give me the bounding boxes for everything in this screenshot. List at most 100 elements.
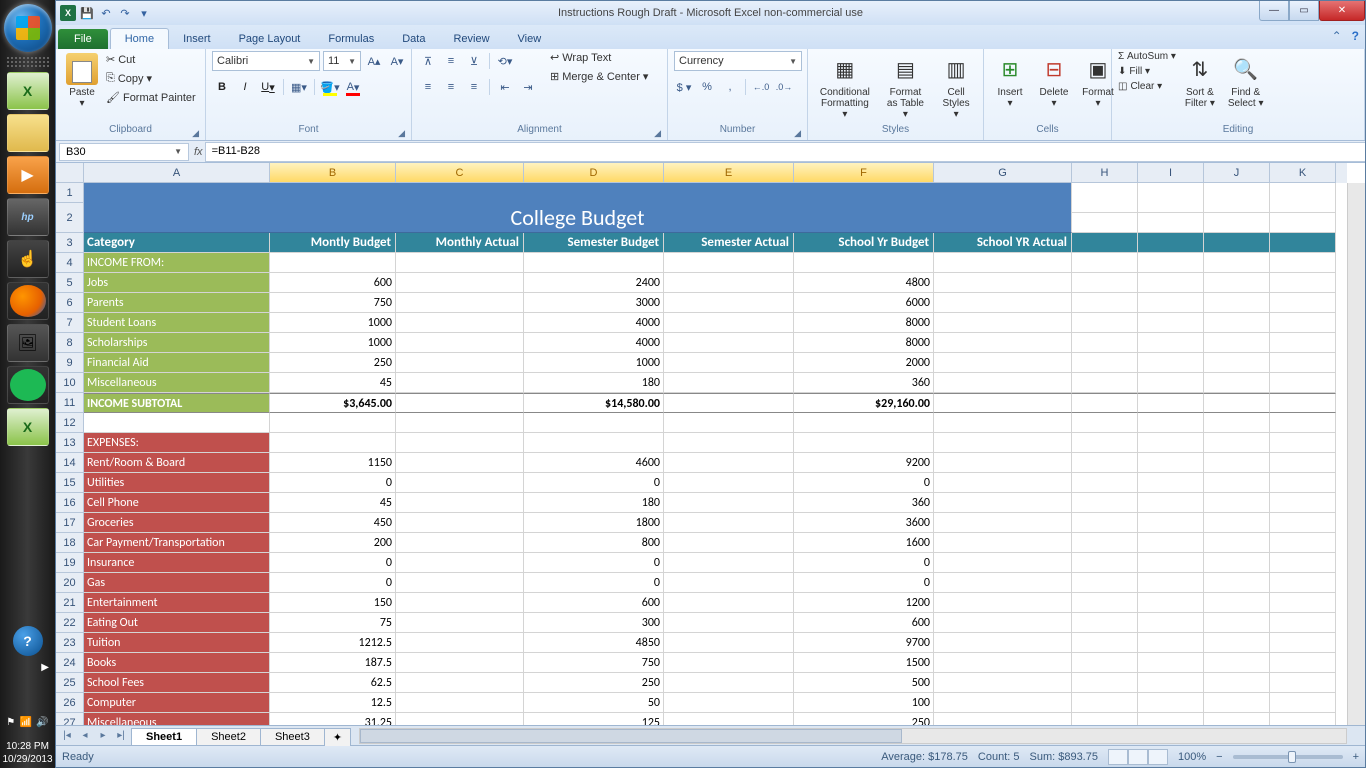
cell[interactable]: School Fees [84, 673, 270, 693]
cell[interactable] [934, 693, 1072, 713]
cell[interactable] [84, 413, 270, 433]
col-header-J[interactable]: J [1204, 163, 1270, 183]
paste-button[interactable]: Paste▾ [62, 51, 102, 111]
decrease-indent-button[interactable]: ⇤ [495, 77, 515, 97]
cell[interactable] [270, 253, 396, 273]
border-button[interactable]: ▦▾ [289, 77, 309, 97]
delete-cells-button[interactable]: ⊟Delete ▾ [1034, 51, 1074, 111]
cell[interactable] [1138, 313, 1204, 333]
close-button[interactable]: ✕ [1319, 1, 1365, 21]
cell[interactable] [396, 693, 524, 713]
cell[interactable] [1072, 433, 1138, 453]
cell[interactable] [1138, 253, 1204, 273]
cell[interactable] [1270, 513, 1336, 533]
cell[interactable] [664, 513, 794, 533]
file-tab[interactable]: File [58, 29, 108, 49]
cell[interactable] [1204, 613, 1270, 633]
cell[interactable] [664, 673, 794, 693]
cell[interactable]: 4000 [524, 313, 664, 333]
row-header-8[interactable]: 8 [56, 333, 84, 353]
cell[interactable] [1138, 513, 1204, 533]
cell[interactable]: Car Payment/Transportation [84, 533, 270, 553]
cell[interactable] [396, 293, 524, 313]
cell[interactable]: 250 [270, 353, 396, 373]
cell[interactable] [1204, 203, 1270, 233]
taskbar-clock[interactable]: 10:28 PM 10/29/2013 [0, 738, 55, 768]
cell[interactable] [396, 573, 524, 593]
cell[interactable] [934, 313, 1072, 333]
cell[interactable] [1204, 233, 1270, 253]
cell[interactable] [1072, 513, 1138, 533]
row-header-13[interactable]: 13 [56, 433, 84, 453]
cell[interactable]: Utilities [84, 473, 270, 493]
col-header-E[interactable]: E [664, 163, 794, 183]
sheet-nav-first[interactable]: |◂ [58, 730, 76, 741]
cell[interactable] [934, 293, 1072, 313]
cell[interactable] [396, 713, 524, 725]
cell[interactable] [1072, 293, 1138, 313]
cell[interactable] [1072, 573, 1138, 593]
cell[interactable] [1270, 253, 1336, 273]
cell[interactable] [1204, 413, 1270, 433]
cell[interactable] [1138, 203, 1204, 233]
cell[interactable] [1072, 473, 1138, 493]
cell[interactable] [1138, 533, 1204, 553]
cell[interactable] [396, 373, 524, 393]
currency-button[interactable]: $ ▾ [674, 77, 694, 97]
cell[interactable] [934, 513, 1072, 533]
row-header-14[interactable]: 14 [56, 453, 84, 473]
taskbar-explorer-icon[interactable] [7, 114, 49, 152]
cell[interactable] [1204, 473, 1270, 493]
cell[interactable] [1204, 493, 1270, 513]
cell[interactable] [1138, 393, 1204, 413]
cell[interactable] [1204, 633, 1270, 653]
cell[interactable] [664, 433, 794, 453]
taskbar-excel-icon[interactable]: X [7, 408, 49, 446]
row-header-11[interactable]: 11 [56, 393, 84, 413]
cell[interactable]: 250 [794, 713, 934, 725]
cell[interactable] [1072, 533, 1138, 553]
cell[interactable] [396, 433, 524, 453]
cell[interactable] [1204, 653, 1270, 673]
cell[interactable]: 1000 [270, 333, 396, 353]
cell[interactable] [1204, 593, 1270, 613]
horizontal-scrollbar[interactable] [359, 728, 1347, 744]
cell[interactable] [396, 453, 524, 473]
cell[interactable] [934, 273, 1072, 293]
fx-icon[interactable]: fx [194, 146, 203, 158]
cell[interactable]: 12.5 [270, 693, 396, 713]
cell[interactable]: 600 [524, 593, 664, 613]
cell[interactable]: 4800 [794, 273, 934, 293]
cell[interactable] [664, 473, 794, 493]
cell[interactable]: 8000 [794, 333, 934, 353]
copy-button[interactable]: ⎘ Copy ▾ [106, 72, 196, 85]
cell[interactable]: 600 [270, 273, 396, 293]
cell[interactable]: 1200 [794, 593, 934, 613]
view-layout-button[interactable] [1128, 749, 1148, 765]
cell[interactable] [934, 593, 1072, 613]
cell[interactable]: 0 [270, 473, 396, 493]
system-tray[interactable]: ⚑📶🔊 [0, 715, 55, 730]
cell[interactable]: 1800 [524, 513, 664, 533]
cell[interactable] [1138, 693, 1204, 713]
cell[interactable] [524, 253, 664, 273]
cells-area[interactable]: College BudgetCategoryMontly BudgetMonth… [84, 183, 1347, 725]
select-all-corner[interactable] [56, 163, 84, 183]
tab-view[interactable]: View [504, 29, 556, 49]
cell[interactable] [1270, 713, 1336, 725]
cell[interactable] [1072, 673, 1138, 693]
zoom-level[interactable]: 100% [1178, 751, 1206, 763]
cell[interactable] [1270, 673, 1336, 693]
cell[interactable]: 1600 [794, 533, 934, 553]
cell[interactable] [1204, 513, 1270, 533]
align-left-button[interactable]: ≡ [418, 77, 438, 97]
cell[interactable] [1270, 453, 1336, 473]
row-header-22[interactable]: 22 [56, 613, 84, 633]
wrap-text-button[interactable]: ↩ Wrap Text [550, 51, 662, 64]
alignment-dialog-icon[interactable]: ◢ [654, 128, 661, 139]
cell[interactable] [1270, 373, 1336, 393]
tab-home[interactable]: Home [110, 28, 169, 49]
formula-input[interactable]: =B11-B28 [205, 142, 1365, 162]
cell[interactable]: School YR Actual [934, 233, 1072, 253]
cell[interactable]: Student Loans [84, 313, 270, 333]
